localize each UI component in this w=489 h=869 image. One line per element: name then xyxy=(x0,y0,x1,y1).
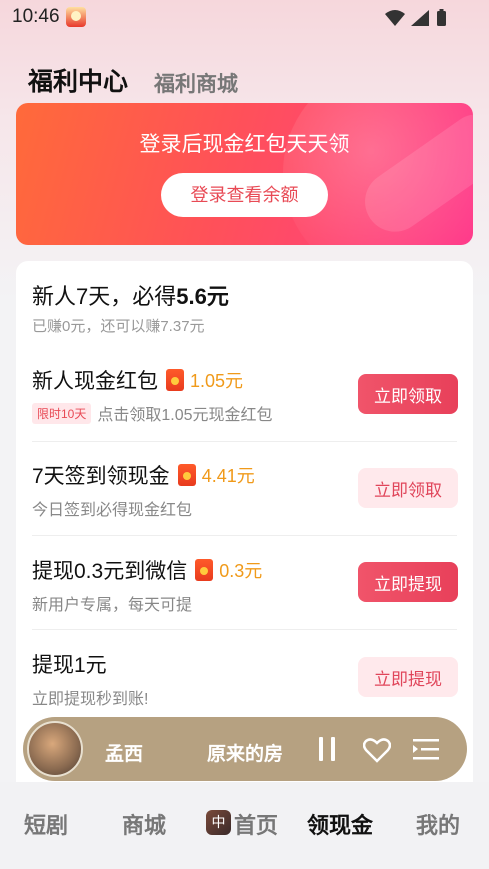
task-name-text: 提现0.3元到微信 xyxy=(32,560,188,583)
nav-get-cash[interactable]: 领现金 xyxy=(307,808,373,840)
task-name-text: 新人现金红包 xyxy=(32,370,158,393)
mini-player[interactable]: 孟西 原来的房 xyxy=(23,717,467,781)
task-item: 新人现金红包 1.05元 限时10天 点击领取1.05元现金红包 立即领取 xyxy=(16,365,473,459)
home-logo-icon[interactable]: 中 xyxy=(206,810,231,835)
task-name: 7天签到领现金 4.41元 xyxy=(32,460,255,490)
login-view-balance-button[interactable]: 登录查看余额 xyxy=(161,173,328,217)
card-subtitle: 已赚0元，还可以赚7.37元 xyxy=(32,318,205,335)
withdraw-button[interactable]: 立即提现 xyxy=(358,657,458,697)
red-envelope-icon xyxy=(195,559,214,581)
nav-short-drama[interactable]: 短剧 xyxy=(24,808,68,840)
claim-button[interactable]: 立即领取 xyxy=(358,468,458,508)
player-song-title: 原来的房 xyxy=(207,744,284,765)
status-bar: 10:46 xyxy=(0,0,489,34)
withdraw-button[interactable]: 立即提现 xyxy=(358,562,458,602)
card-title: 新人7天，必得5.6元 xyxy=(32,279,229,311)
app-notification-icon xyxy=(66,7,86,27)
banner-title: 登录后现金红包天天领 xyxy=(139,133,350,156)
status-time: 10:46 xyxy=(12,6,60,27)
album-cover[interactable] xyxy=(27,721,83,777)
task-amount: 0.3元 xyxy=(219,561,263,581)
card-title-prefix: 新人7天，必得 xyxy=(32,284,177,309)
limited-time-tag: 限时10天 xyxy=(32,402,92,424)
bottom-nav: 短剧 商城 中 首页 领现金 我的 xyxy=(0,782,489,869)
pause-icon[interactable] xyxy=(315,735,339,763)
nav-mine[interactable]: 我的 xyxy=(416,808,460,840)
tab-welfare-mall[interactable]: 福利商城 xyxy=(154,68,238,98)
task-desc: 新用户专属，每天可提 xyxy=(32,591,192,615)
playlist-icon[interactable] xyxy=(413,737,441,763)
heart-icon[interactable] xyxy=(363,737,391,763)
task-amount: 4.41元 xyxy=(201,466,255,486)
battery-icon xyxy=(437,11,446,26)
task-desc-text: 立即提现秒到账! xyxy=(32,691,149,708)
signal-icon xyxy=(411,10,429,26)
task-name-text: 7天签到领现金 xyxy=(32,465,170,488)
tab-welfare-center[interactable]: 福利中心 xyxy=(28,62,128,98)
divider xyxy=(32,535,457,536)
divider xyxy=(32,441,457,442)
red-envelope-icon xyxy=(166,369,184,391)
red-envelope-icon xyxy=(177,464,196,486)
task-name: 新人现金红包 1.05元 xyxy=(32,365,243,395)
wifi-icon xyxy=(385,10,405,26)
task-name: 提现1元 xyxy=(32,649,107,679)
task-name: 提现0.3元到微信 0.3元 xyxy=(32,555,262,585)
task-desc-text: 今日签到必得现金红包 xyxy=(32,502,193,519)
claim-button[interactable]: 立即领取 xyxy=(358,374,458,414)
card-title-amount: 5.6元 xyxy=(176,284,229,309)
task-desc-text: 新用户专属，每天可提 xyxy=(32,597,193,614)
task-desc: 今日签到必得现金红包 xyxy=(32,496,192,520)
task-desc: 限时10天 点击领取1.05元现金红包 xyxy=(32,401,273,425)
task-amount: 1.05元 xyxy=(190,371,244,391)
status-icons xyxy=(385,9,446,26)
player-artist: 孟西 xyxy=(105,744,144,765)
divider xyxy=(32,629,457,630)
task-name-text: 提现1元 xyxy=(32,654,107,677)
task-desc-text: 点击领取1.05元现金红包 xyxy=(97,407,273,424)
task-desc: 立即提现秒到账! xyxy=(32,685,148,709)
nav-mall[interactable]: 商城 xyxy=(122,808,166,840)
task-item: 7天签到领现金 4.41元 今日签到必得现金红包 立即领取 xyxy=(16,460,473,554)
top-tabs: 福利中心 福利商城 xyxy=(28,62,238,98)
nav-home[interactable]: 首页 xyxy=(234,808,278,840)
task-item: 提现0.3元到微信 0.3元 新用户专属，每天可提 立即提现 xyxy=(16,555,473,649)
